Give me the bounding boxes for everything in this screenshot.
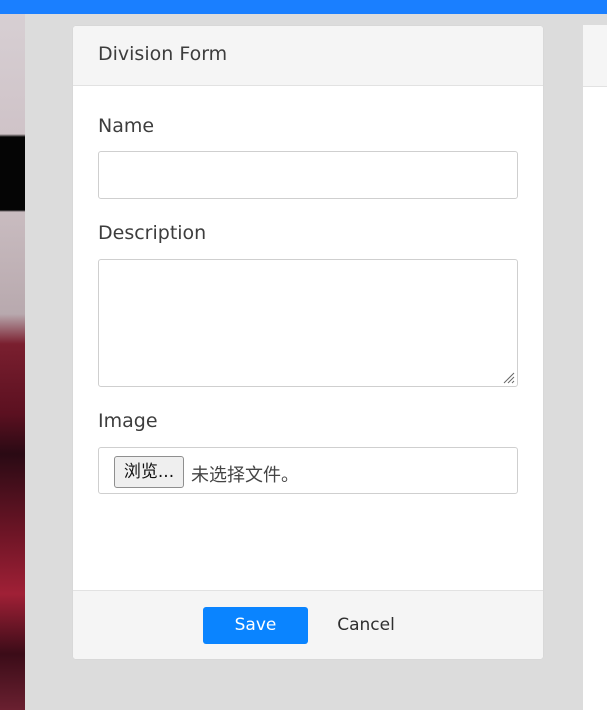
name-input[interactable]	[98, 151, 518, 199]
description-textarea[interactable]	[98, 259, 518, 387]
cancel-button[interactable]: Cancel	[331, 607, 401, 644]
background-image-strip	[0, 14, 25, 710]
adjacent-panel	[583, 25, 607, 710]
form-footer: Save Cancel	[73, 590, 543, 659]
file-status-text: 未选择文件。	[191, 465, 299, 486]
division-form-card: Division Form Name Description Image 浏览.…	[73, 26, 543, 659]
browse-button[interactable]: 浏览...	[114, 456, 184, 488]
image-label: Image	[98, 410, 158, 432]
top-bar	[0, 0, 607, 14]
adjacent-panel-header	[583, 25, 607, 87]
form-body: Name Description Image 浏览... 未选择文件。	[73, 86, 543, 589]
description-label: Description	[98, 222, 207, 244]
image-file-input[interactable]: 浏览... 未选择文件。	[98, 447, 518, 494]
form-title: Division Form	[73, 26, 543, 86]
save-button[interactable]: Save	[203, 607, 308, 644]
name-label: Name	[98, 115, 155, 137]
resize-grip-icon[interactable]	[501, 370, 515, 384]
